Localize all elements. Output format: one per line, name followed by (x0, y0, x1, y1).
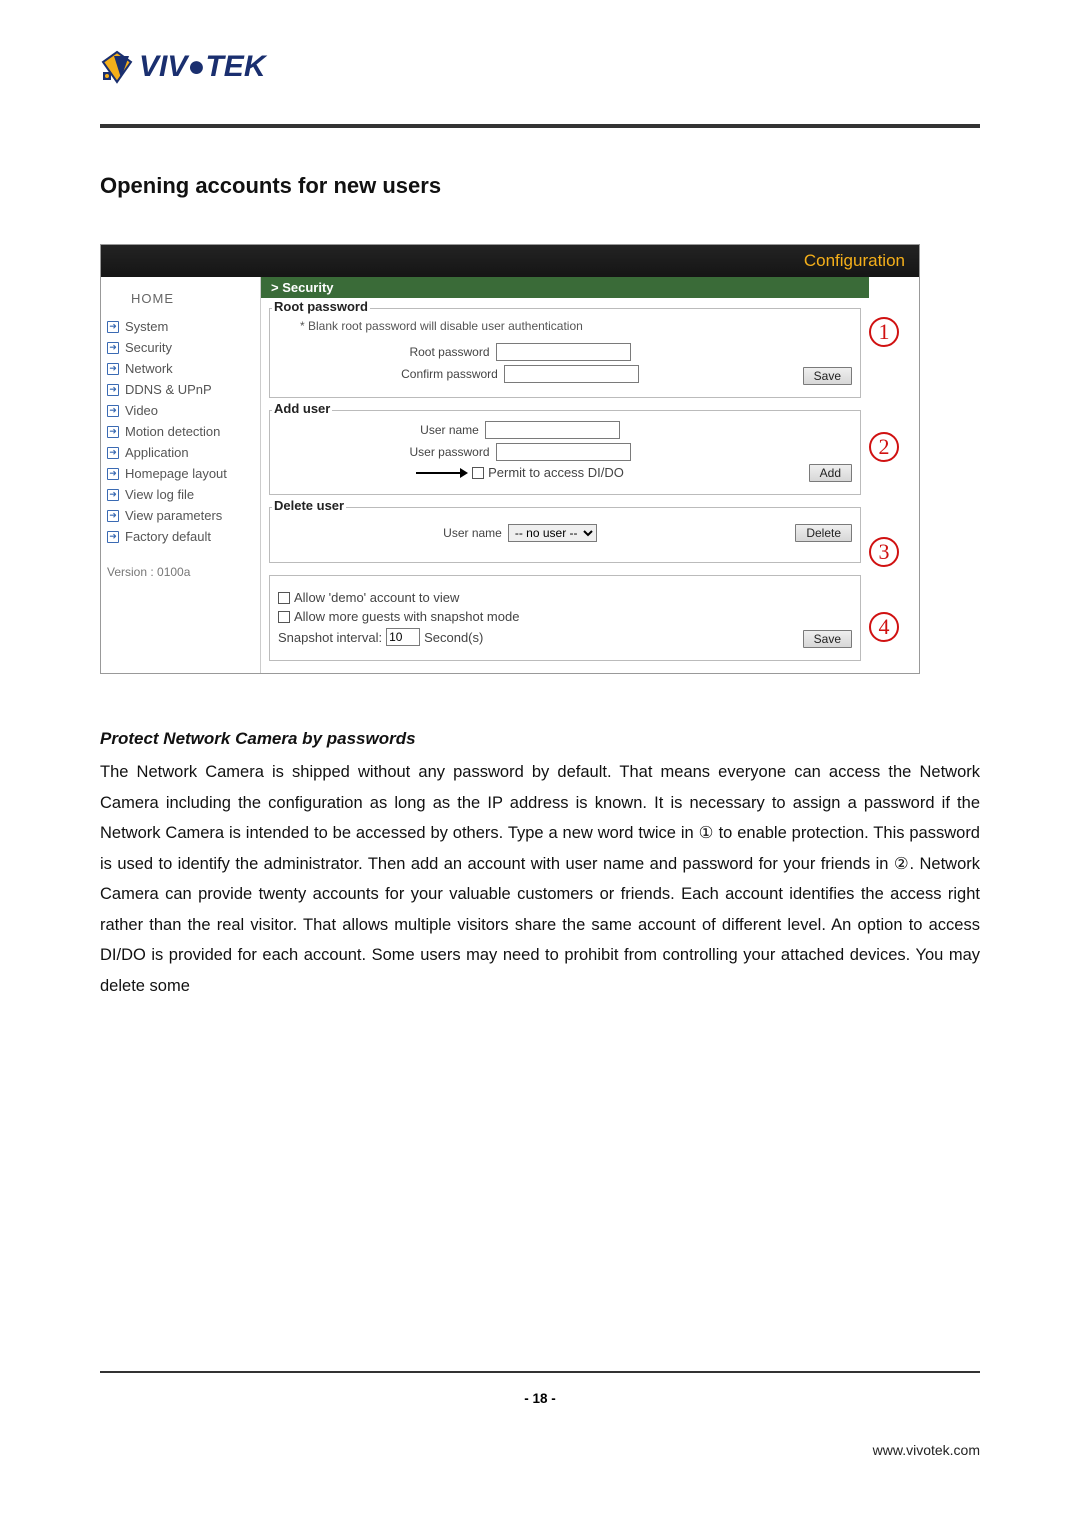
delete-user-name-label: User name (443, 526, 502, 540)
body-paragraph: The Network Camera is shipped without an… (100, 757, 980, 1001)
permit-dido-checkbox[interactable] (472, 467, 484, 479)
footer-url: www.vivotek.com (873, 1442, 980, 1458)
annotation-1-icon: 1 (869, 317, 899, 347)
allow-demo-label: Allow 'demo' account to view (294, 590, 459, 605)
add-user-name-input[interactable] (485, 421, 620, 439)
arrow-right-icon: ➜ (107, 531, 119, 543)
fieldset-add-user: Add user User name User password (269, 410, 861, 495)
arrow-right-icon: ➜ (107, 321, 119, 333)
allow-more-guests-label: Allow more guests with snapshot mode (294, 609, 519, 624)
arrow-right-icon: ➜ (107, 363, 119, 375)
allow-demo-checkbox[interactable] (278, 592, 290, 604)
brand-logo-text: VIV●TEK (139, 50, 265, 84)
sidebar-item-label: View parameters (125, 508, 222, 523)
snapshot-interval-label: Snapshot interval: (278, 630, 382, 645)
sidebar-item-view-parameters[interactable]: ➜ View parameters (101, 505, 260, 526)
section-title: Opening accounts for new users (100, 173, 980, 199)
sidebar-item-label: Security (125, 340, 172, 355)
sidebar-item-video[interactable]: ➜ Video (101, 400, 260, 421)
add-user-password-label: User password (409, 445, 489, 459)
annotation-2-icon: 2 (869, 432, 899, 462)
delete-user-select[interactable]: -- no user -- (508, 524, 597, 542)
sidebar-item-label: Video (125, 403, 158, 418)
confirm-password-input[interactable] (504, 365, 639, 383)
sidebar-item-label: Network (125, 361, 173, 376)
snapshot-interval-input[interactable] (386, 628, 420, 646)
sidebar-item-label: Motion detection (125, 424, 220, 439)
root-password-hint: * Blank root password will disable user … (278, 319, 852, 333)
save-root-password-button[interactable]: Save (803, 367, 852, 385)
sidebar-item-label: Homepage layout (125, 466, 227, 481)
sidebar: HOME ➜ System ➜ Security ➜ Network ➜ DDNS & … (101, 277, 261, 673)
brand-logo: VIV●TEK (100, 50, 980, 84)
arrow-right-icon: ➜ (107, 489, 119, 501)
sidebar-item-system[interactable]: ➜ System (101, 316, 260, 337)
confirm-password-label: Confirm password (401, 367, 498, 381)
fieldset-legend: Add user (272, 401, 332, 416)
sidebar-item-factory-default[interactable]: ➜ Factory default (101, 526, 260, 547)
root-password-label: Root password (409, 345, 489, 359)
allow-more-guests-checkbox[interactable] (278, 611, 290, 623)
annotation-column: 1 2 3 4 (869, 277, 919, 673)
sidebar-item-label: Factory default (125, 529, 211, 544)
sidebar-item-label: Application (125, 445, 189, 460)
page-number: - 18 - (0, 1391, 1080, 1406)
config-window: Configuration HOME ➜ System ➜ Security ➜ Ne… (100, 244, 920, 674)
footer-rule (100, 1371, 980, 1373)
sidebar-version: Version : 0100a (101, 547, 260, 585)
sidebar-item-application[interactable]: ➜ Application (101, 442, 260, 463)
add-user-name-label: User name (420, 423, 479, 437)
subsection-title: Protect Network Camera by passwords (100, 729, 980, 749)
arrow-right-icon: ➜ (107, 342, 119, 354)
arrow-right-icon: ➜ (107, 384, 119, 396)
save-guest-button[interactable]: Save (803, 630, 852, 648)
brand-logo-icon (100, 50, 134, 84)
snapshot-interval-unit: Second(s) (424, 630, 483, 645)
arrow-right-icon: ➜ (107, 468, 119, 480)
root-password-input[interactable] (496, 343, 631, 361)
fieldset-delete-user: Delete user User name -- no user -- De (269, 507, 861, 563)
sidebar-home[interactable]: HOME (101, 281, 260, 316)
permit-dido-label: Permit to access DI/DO (488, 465, 624, 480)
fieldset-legend: Delete user (272, 498, 346, 513)
fieldset-legend: Root password (272, 299, 370, 314)
sidebar-item-label: DDNS & UPnP (125, 382, 212, 397)
sidebar-item-motion-detection[interactable]: ➜ Motion detection (101, 421, 260, 442)
sidebar-item-ddns-upnp[interactable]: ➜ DDNS & UPnP (101, 379, 260, 400)
annotation-4-icon: 4 (869, 612, 899, 642)
sidebar-item-homepage-layout[interactable]: ➜ Homepage layout (101, 463, 260, 484)
delete-user-button[interactable]: Delete (795, 524, 852, 542)
breadcrumb: > Security (261, 277, 869, 298)
arrow-right-icon: ➜ (107, 447, 119, 459)
sidebar-item-label: View log file (125, 487, 194, 502)
annotation-arrow-icon (416, 468, 468, 478)
header-rule (100, 124, 980, 128)
fieldset-root-password: Root password * Blank root password will… (269, 308, 861, 398)
annotation-3-icon: 3 (869, 537, 899, 567)
sidebar-item-view-log-file[interactable]: ➜ View log file (101, 484, 260, 505)
add-user-password-input[interactable] (496, 443, 631, 461)
sidebar-item-network[interactable]: ➜ Network (101, 358, 260, 379)
arrow-right-icon: ➜ (107, 510, 119, 522)
sidebar-item-label: System (125, 319, 168, 334)
sidebar-item-security[interactable]: ➜ Security (101, 337, 260, 358)
config-window-header: Configuration (101, 245, 919, 277)
fieldset-guest-options: Allow 'demo' account to view Allow more … (269, 575, 861, 661)
arrow-right-icon: ➜ (107, 426, 119, 438)
add-user-button[interactable]: Add (809, 464, 852, 482)
arrow-right-icon: ➜ (107, 405, 119, 417)
